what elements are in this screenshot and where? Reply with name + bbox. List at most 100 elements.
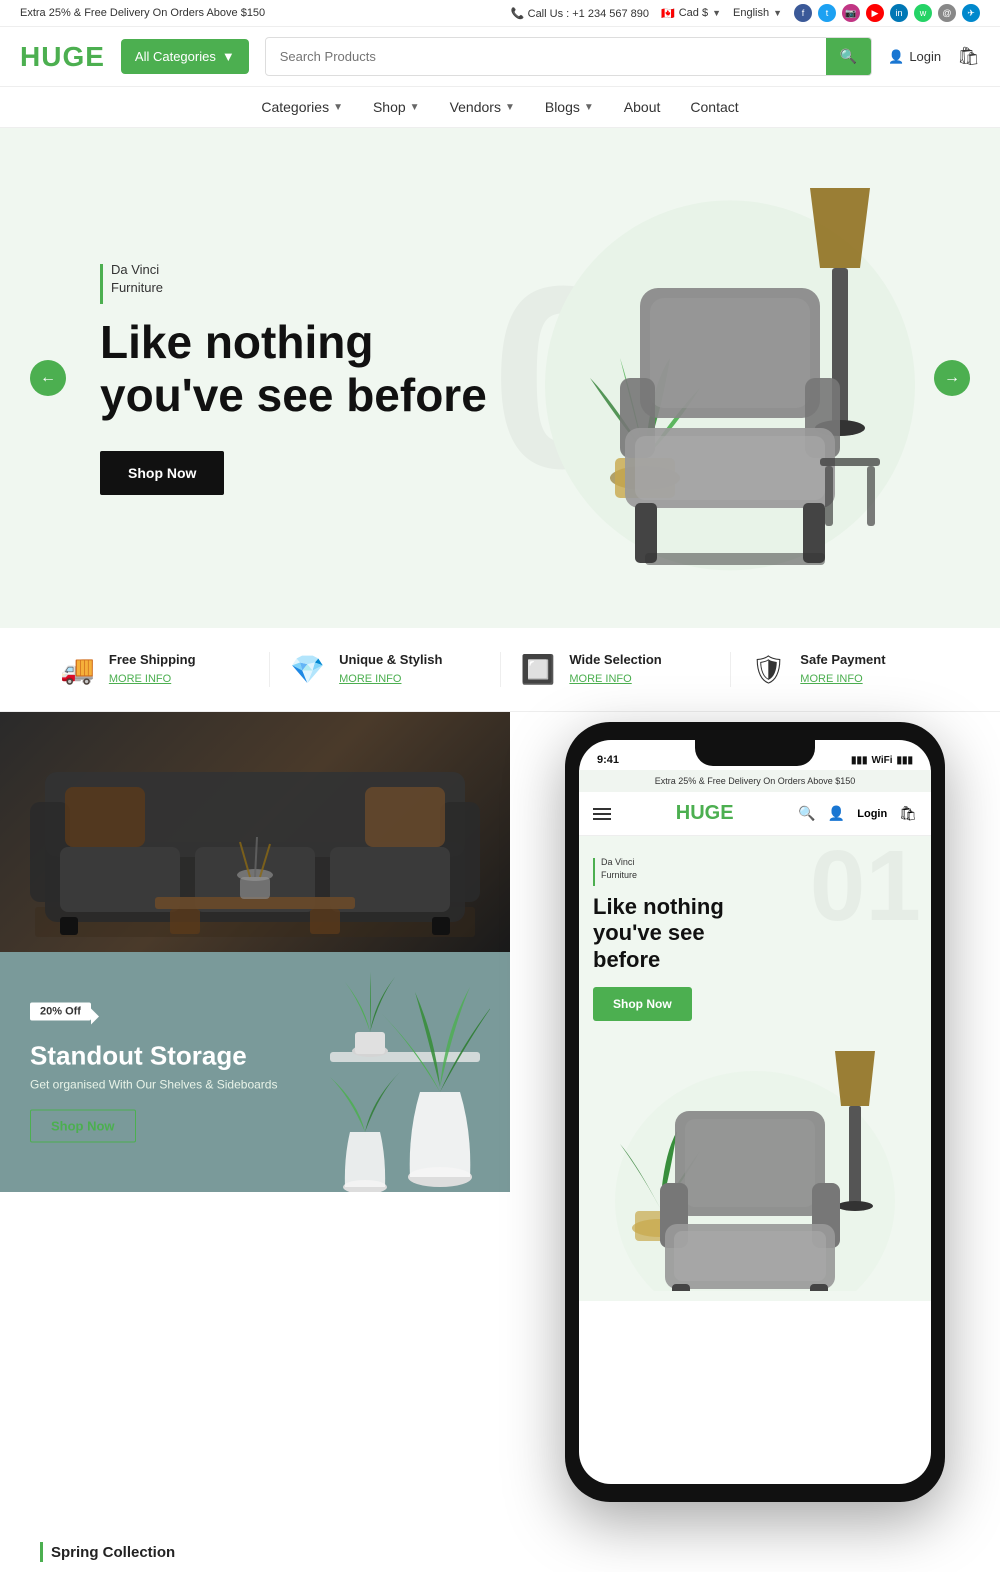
- feature-wide-selection: 🔲 Wide Selection MORE INFO: [501, 652, 731, 687]
- storage-banner: 20% Off Standout Storage Get organised W…: [0, 952, 510, 1192]
- nav-item-about[interactable]: About: [624, 99, 661, 115]
- nav-item-categories[interactable]: Categories ▼: [261, 99, 343, 115]
- storage-plants-decoration: [310, 972, 490, 1192]
- promo-text: Extra 25% & Free Delivery On Orders Abov…: [20, 7, 265, 19]
- top-bar-right: 📞 Call Us : +1 234 567 890 🇨🇦 Cad $ ▼ En…: [511, 4, 980, 22]
- feature-shipping-text: Free Shipping MORE INFO: [109, 652, 196, 687]
- phone-number: 📞 Call Us : +1 234 567 890: [511, 7, 649, 20]
- login-button[interactable]: 👤 Login: [888, 49, 941, 65]
- phone-hero-title: Like nothing you've see before: [593, 894, 773, 973]
- phone-header-icons: 🔍 👤 Login 🛍: [798, 805, 917, 822]
- facebook-icon[interactable]: f: [794, 4, 812, 22]
- linkedin-icon[interactable]: in: [890, 4, 908, 22]
- hero-brand-text: Da Vinci Furniture: [111, 261, 163, 297]
- hamburger-line-3: [593, 818, 611, 820]
- twitter-icon[interactable]: t: [818, 4, 836, 22]
- main-content: 20% Off Standout Storage Get organised W…: [0, 712, 1000, 1522]
- telegram-icon[interactable]: ✈: [962, 4, 980, 22]
- feature-payment-text: Safe Payment MORE INFO: [800, 652, 885, 687]
- phone-screen: 9:41 ▮▮▮ WiFi ▮▮▮ Extra 25% & Free Deliv…: [579, 740, 931, 1484]
- selection-more-info-link[interactable]: MORE INFO: [569, 673, 631, 685]
- sofa-image: [0, 712, 510, 952]
- feature-safe-payment: 🛡 Safe Payment MORE INFO: [731, 652, 960, 687]
- stylish-more-info-link[interactable]: MORE INFO: [339, 673, 401, 685]
- phone-notch: [695, 740, 815, 766]
- site-logo[interactable]: HUGE: [20, 41, 105, 73]
- all-categories-button[interactable]: All Categories ▼: [121, 39, 249, 74]
- shield-icon: 🛡: [751, 653, 787, 686]
- search-icon: 🔍: [840, 48, 857, 64]
- hamburger-line-1: [593, 808, 611, 810]
- phone-user-icon[interactable]: 👤: [828, 805, 845, 822]
- hero-section: ← 01 Da Vinci Furniture Like nothing you…: [0, 128, 1000, 628]
- language-selector[interactable]: English ▼: [733, 7, 782, 19]
- hero-product-image: [520, 148, 940, 608]
- main-nav: Categories ▼ Shop ▼ Vendors ▼ Blogs ▼ Ab…: [0, 87, 1000, 128]
- chair-illustration: [520, 148, 940, 608]
- hero-content: Da Vinci Furniture Like nothing you've s…: [0, 261, 487, 496]
- nav-item-blogs[interactable]: Blogs ▼: [545, 99, 594, 115]
- phone-time: 9:41: [597, 754, 619, 766]
- phone-shop-now-button[interactable]: Shop Now: [593, 987, 692, 1021]
- storage-shop-now-button[interactable]: Shop Now: [30, 1110, 136, 1143]
- promo-message: Extra 25% & Free Delivery On Orders Abov…: [20, 7, 265, 19]
- feature-stylish-text: Unique & Stylish MORE INFO: [339, 652, 442, 687]
- feature-selection-text: Wide Selection MORE INFO: [569, 652, 661, 687]
- storage-title: Standout Storage: [30, 1041, 277, 1072]
- battery-icon: ▮▮▮: [896, 755, 913, 766]
- whatsapp-icon[interactable]: w: [914, 4, 932, 22]
- phone-cart-icon[interactable]: 🛍: [899, 805, 917, 822]
- nav-item-contact[interactable]: Contact: [690, 99, 738, 115]
- truck-icon: 🚚: [60, 653, 95, 686]
- hero-prev-button[interactable]: ←: [30, 360, 66, 396]
- header: HUGE All Categories ▼ 🔍 👤 Login 🛍: [0, 27, 1000, 87]
- phone-section: 9:41 ▮▮▮ WiFi ▮▮▮ Extra 25% & Free Deliv…: [510, 712, 1000, 1522]
- nav-item-shop[interactable]: Shop ▼: [373, 99, 420, 115]
- phone-search-icon[interactable]: 🔍: [798, 805, 815, 822]
- cart-button[interactable]: 🛍: [957, 46, 980, 67]
- vendors-nav-arrow: ▼: [505, 102, 515, 113]
- storage-subtitle: Get organised With Our Shelves & Sideboa…: [30, 1078, 277, 1092]
- diamond-icon: 💎: [290, 653, 325, 686]
- signal-icon: ▮▮▮: [851, 755, 868, 766]
- phone-hamburger-menu[interactable]: [593, 808, 611, 820]
- language-dropdown-arrow: ▼: [773, 8, 782, 18]
- hero-label-line: [100, 264, 103, 304]
- instagram-icon[interactable]: 📷: [842, 4, 860, 22]
- phone-hero-label-line: [593, 858, 595, 886]
- social-icons-row: f t 📷 ▶ in w @ ✈: [794, 4, 980, 22]
- hamburger-line-2: [593, 813, 611, 815]
- header-right: 👤 Login 🛍: [888, 46, 980, 67]
- payment-more-info-link[interactable]: MORE INFO: [800, 673, 862, 685]
- email-icon[interactable]: @: [938, 4, 956, 22]
- spring-collection-section: Spring Collection: [0, 1522, 1000, 1572]
- search-input[interactable]: [266, 39, 826, 74]
- phone-chair-illustration: [593, 1041, 917, 1291]
- phone-icon: 📞: [511, 8, 525, 20]
- shipping-more-info-link[interactable]: MORE INFO: [109, 673, 171, 685]
- ca-flag-icon: 🇨🇦: [661, 7, 675, 20]
- feature-unique-stylish: 💎 Unique & Stylish MORE INFO: [270, 652, 500, 687]
- youtube-icon[interactable]: ▶: [866, 4, 884, 22]
- features-row: 🚚 Free Shipping MORE INFO 💎 Unique & Sty…: [0, 628, 1000, 712]
- discount-badge: 20% Off: [30, 1003, 91, 1021]
- storage-content: 20% Off Standout Storage Get organised W…: [30, 1002, 277, 1143]
- nav-item-vendors[interactable]: Vendors ▼: [450, 99, 515, 115]
- spring-label-line: [40, 1542, 43, 1562]
- currency-selector[interactable]: 🇨🇦 Cad $ ▼: [661, 7, 721, 20]
- shop-nav-arrow: ▼: [410, 102, 420, 113]
- phone-mockup: 9:41 ▮▮▮ WiFi ▮▮▮ Extra 25% & Free Deliv…: [565, 722, 945, 1502]
- wifi-icon: WiFi: [871, 755, 892, 766]
- hero-shop-now-button[interactable]: Shop Now: [100, 451, 224, 495]
- search-button[interactable]: 🔍: [826, 38, 871, 75]
- phone-hero-bg-number: 01: [810, 836, 921, 936]
- categories-dropdown-arrow: ▼: [222, 49, 235, 64]
- currency-dropdown-arrow: ▼: [712, 8, 721, 18]
- phone-logo: HUGE: [676, 802, 734, 825]
- phone-login-label[interactable]: Login: [857, 808, 887, 820]
- phone-status-icons: ▮▮▮ WiFi ▮▮▮: [851, 755, 913, 766]
- hero-next-button[interactable]: →: [934, 360, 970, 396]
- discount-tag-wrapper: 20% Off: [30, 1002, 91, 1031]
- left-grid: 20% Off Standout Storage Get organised W…: [0, 712, 510, 1522]
- top-bar: Extra 25% & Free Delivery On Orders Abov…: [0, 0, 1000, 27]
